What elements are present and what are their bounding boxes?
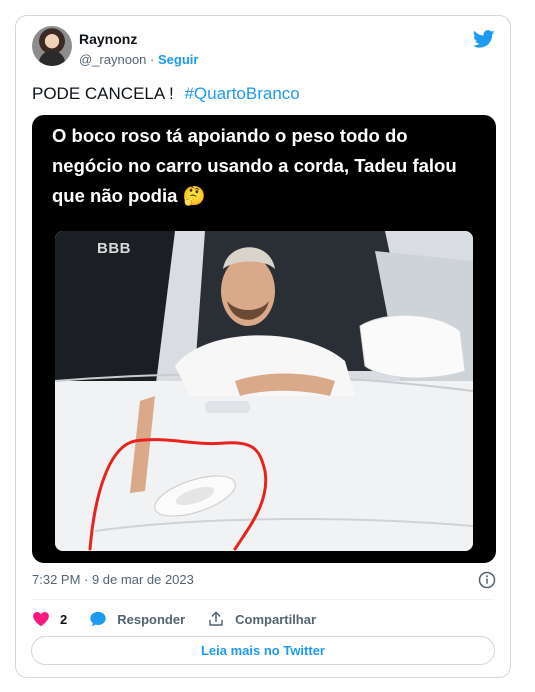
twitter-bird-icon[interactable] <box>472 28 496 50</box>
read-more-button[interactable]: Leia mais no Twitter <box>31 636 495 665</box>
divider <box>32 599 494 600</box>
author-name[interactable]: Raynonz <box>79 31 137 47</box>
media-photo: BBB <box>55 231 473 551</box>
meta-separator: · <box>150 52 155 67</box>
tweet-body: PODE CANCELA ! <box>32 84 174 103</box>
share-icon <box>209 611 223 626</box>
tweet-media[interactable]: O boco roso tá apoiando o peso todo do n… <box>32 115 496 563</box>
tweet-timestamp[interactable]: 7:32 PM · 9 de mar de 2023 <box>32 572 194 587</box>
follow-button[interactable]: Seguir <box>158 52 198 67</box>
like-count: 2 <box>60 611 68 627</box>
bbb-watermark: BBB <box>97 240 131 257</box>
hashtag-link[interactable]: #QuartoBranco <box>184 84 299 103</box>
car-scene-illustration <box>55 231 473 551</box>
reply-label: Responder <box>117 611 186 627</box>
info-icon[interactable] <box>478 571 496 589</box>
author-meta: @_raynoon · Seguir <box>79 52 198 67</box>
heart-icon <box>33 612 49 627</box>
media-caption: O boco roso tá apoiando o peso todo do n… <box>52 125 457 206</box>
tweet-embed-card: Raynonz @_raynoon · Seguir PODE CANCELA … <box>15 15 511 678</box>
share-button[interactable]: Compartilhar <box>207 610 316 628</box>
like-button[interactable]: 2 <box>32 610 67 628</box>
author-handle[interactable]: @_raynoon <box>79 52 146 67</box>
tweet-actions: 2 Responder Compartilhar <box>32 609 338 629</box>
avatar[interactable] <box>32 26 72 66</box>
share-label: Compartilhar <box>235 611 317 627</box>
reply-bubble-icon <box>90 611 106 627</box>
tweet-text: PODE CANCELA ! #QuartoBranco <box>32 84 300 104</box>
reply-button[interactable]: Responder <box>89 610 185 628</box>
